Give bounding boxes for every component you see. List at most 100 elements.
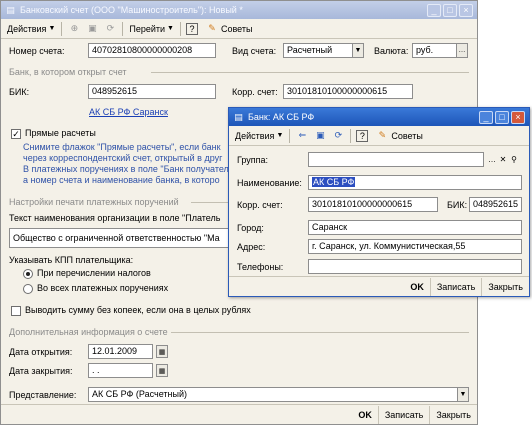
name-value: АК СБ РФ (312, 177, 356, 187)
search-icon[interactable]: ⚲ (509, 153, 519, 166)
radio-taxes-label: При перечислении налогов (37, 268, 151, 278)
currency-field[interactable]: руб. (412, 43, 457, 58)
close-date-field[interactable]: . . (88, 363, 153, 378)
hint-line: через корреспондентский счет, открытый в… (23, 153, 223, 163)
corr-account-field[interactable]: 30101810100000000615 (283, 84, 413, 99)
representation-dropdown-button[interactable]: ▼ (457, 387, 469, 402)
help-icon[interactable]: ? (356, 129, 369, 142)
group-label: Группа: (237, 155, 269, 165)
edit-icon[interactable]: ▣ (313, 129, 327, 143)
bank-titlebar: ▤ Банк: АК СБ РФ _ □ × (229, 108, 529, 126)
actions-menu[interactable]: Действия ▼ (232, 128, 286, 144)
goto-menu[interactable]: Перейти ▼ (126, 21, 177, 37)
close-button[interactable]: Закрыть (481, 277, 529, 296)
toolbar-separator (122, 21, 124, 36)
section-divider (171, 332, 469, 333)
corr-account-field[interactable]: 30101810100000000615 (308, 197, 438, 212)
bank-window-title: Банк: АК СБ РФ (248, 112, 315, 122)
edit-icon[interactable]: ▣ (85, 22, 99, 36)
representation-field[interactable]: АК СБ РФ (Расчетный) (88, 387, 458, 402)
bik-label: БИК: (447, 200, 468, 210)
corr-account-label: Корр. счет: (237, 200, 283, 210)
add-icon[interactable]: ⊕ (67, 22, 81, 36)
save-button[interactable]: Записать (429, 277, 481, 296)
phones-label: Телефоны: (237, 262, 284, 272)
save-button[interactable]: Записать (377, 405, 429, 424)
phones-field[interactable] (308, 259, 522, 274)
main-toolbar: Действия ▼ ⊕ ▣ ⟳ Перейти ▼ ? ✎ Советы (1, 19, 477, 39)
chevron-down-icon: ▼ (48, 25, 56, 32)
no-kopecks-checkbox[interactable] (11, 306, 21, 316)
main-footer: OK Записать Закрыть (1, 404, 477, 424)
goto-label: Перейти (129, 23, 166, 34)
org-text-field[interactable]: Общество с ограниченной ответственностью… (9, 228, 231, 248)
currency-label: Валюта: (374, 46, 409, 56)
name-label: Наименование: (237, 178, 302, 188)
minimize-button[interactable]: _ (427, 3, 441, 17)
clear-icon[interactable]: ✕ (498, 153, 508, 166)
bik-field[interactable]: 048952615 (469, 197, 522, 212)
toolbar-separator (179, 21, 181, 36)
bik-label: БИК: (9, 87, 30, 97)
arrow-left-icon[interactable]: ⇐ (295, 129, 309, 143)
group-field[interactable] (308, 152, 484, 167)
city-field[interactable]: Саранск (308, 220, 522, 235)
account-type-dropdown-button[interactable]: ▼ (352, 43, 364, 58)
bank-account-titlebar: ▤ Банковский счет (ООО "Машиностроитель"… (1, 1, 477, 19)
select-button[interactable]: … (487, 153, 497, 166)
hint-line: Снимите флажок "Прямые расчеты", если ба… (23, 142, 221, 152)
bank-window: ▤ Банк: АК СБ РФ _ □ × Действия ▼ ⇐ ▣ ⟳ ?… (228, 107, 530, 297)
corr-account-label: Корр. счет: (232, 87, 278, 97)
radio-taxes[interactable] (23, 269, 33, 279)
advice-button[interactable]: ✎ Советы (370, 128, 425, 144)
account-number-field[interactable]: 40702810800000000208 (88, 43, 216, 58)
representation-label: Представление: (9, 390, 77, 400)
toolbar-separator (61, 21, 63, 36)
account-number-label: Номер счета: (9, 46, 65, 56)
calendar-icon[interactable]: ▦ (156, 364, 168, 377)
city-label: Город: (237, 223, 264, 233)
advice-label: Советы (391, 130, 423, 141)
calendar-icon[interactable]: ▦ (156, 345, 168, 358)
ok-button[interactable]: OK (352, 406, 378, 424)
bank-toolbar: Действия ▼ ⇐ ▣ ⟳ ? ✎ Советы (229, 126, 529, 146)
close-window-button[interactable]: × (511, 110, 525, 124)
advice-label: Советы (220, 23, 253, 34)
extra-section-title: Дополнительная информация о счете (9, 327, 168, 337)
address-field[interactable]: г. Саранск, ул. Коммунистическая,55 (308, 239, 522, 254)
kpp-label: Указывать КПП плательщика: (9, 255, 134, 265)
actions-label: Действия (235, 130, 275, 141)
refresh-icon[interactable]: ⟳ (103, 22, 117, 36)
close-button[interactable]: Закрыть (429, 405, 477, 424)
no-kopecks-label: Выводить сумму без копеек, если она в це… (25, 305, 251, 315)
window-title: Банковский счет (ООО "Машиностроитель"):… (20, 5, 243, 15)
bank-section-title: Банк, в котором открыт счет (9, 67, 127, 77)
currency-select-button[interactable]: … (456, 43, 468, 58)
section-divider (151, 72, 469, 73)
account-type-select[interactable]: Расчетный (283, 43, 353, 58)
direct-payments-checkbox[interactable]: ✓ (11, 129, 21, 139)
advice-button[interactable]: ✎ Советы (200, 21, 255, 37)
open-date-label: Дата открытия: (9, 347, 73, 357)
bik-field[interactable]: 048952615 (88, 84, 216, 99)
hint-line: В платежных поручениях в поле "Банк полу… (23, 164, 229, 174)
bank-link[interactable]: АК СБ РФ Саранск (89, 107, 168, 117)
document-icon: ▤ (6, 4, 15, 15)
maximize-button[interactable]: □ (443, 3, 457, 17)
close-window-button[interactable]: × (459, 3, 473, 17)
maximize-button[interactable]: □ (495, 110, 509, 124)
help-icon[interactable]: ? (185, 22, 198, 35)
open-date-field[interactable]: 12.01.2009 (88, 344, 153, 359)
ok-button[interactable]: OK (404, 278, 430, 296)
minimize-button[interactable]: _ (479, 110, 493, 124)
address-label: Адрес: (237, 242, 266, 252)
actions-menu[interactable]: Действия ▼ (4, 21, 58, 37)
chevron-down-icon: ▼ (276, 132, 284, 139)
refresh-icon[interactable]: ⟳ (331, 129, 345, 143)
radio-all-orders[interactable] (23, 284, 33, 294)
name-field[interactable]: АК СБ РФ (308, 175, 522, 190)
chevron-down-icon: ▼ (167, 25, 174, 32)
org-text-label: Текст наименования организации в поле "П… (9, 213, 221, 223)
section-divider (191, 202, 231, 203)
advice-icon: ✎ (378, 130, 387, 140)
